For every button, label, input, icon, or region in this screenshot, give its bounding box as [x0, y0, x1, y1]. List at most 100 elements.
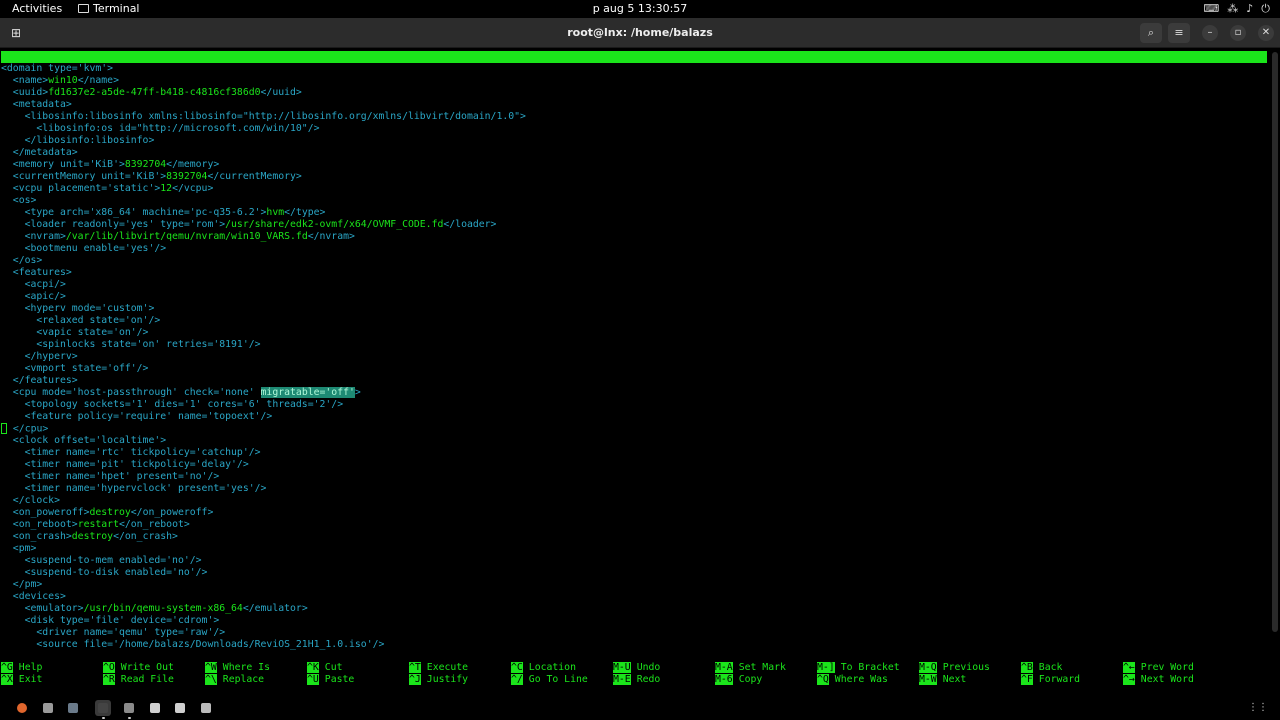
volume-icon[interactable]: ♪ — [1246, 2, 1253, 16]
editor-line[interactable]: <name>win10</name> — [1, 75, 119, 87]
terminal-icon[interactable] — [95, 700, 111, 716]
shortcut-key: M-E — [613, 674, 631, 685]
archive-icon[interactable] — [198, 700, 214, 716]
editor-line[interactable]: </os> — [1, 255, 43, 267]
editor-line[interactable]: </features> — [1, 375, 78, 387]
terminal-view[interactable]: GNU nano 6.2 /tmp/virshRTDIQ1.xml <domai… — [0, 48, 1280, 696]
editor-line[interactable]: <topology sockets='1' dies='1' cores='6'… — [1, 399, 344, 411]
maximize-button[interactable]: ▫ — [1230, 25, 1246, 41]
shortcut-write-out: ^O Write Out — [103, 662, 174, 674]
scrollbar[interactable] — [1272, 52, 1278, 632]
editor-line[interactable]: <devices> — [1, 591, 66, 603]
editor-line[interactable]: </metadata> — [1, 147, 78, 159]
editor-line[interactable]: <vcpu placement='static'>12</vcpu> — [1, 183, 214, 195]
shortcut-label: Cut — [324, 662, 343, 673]
editor-line[interactable]: <vmport state='off'/> — [1, 363, 149, 375]
editor-line[interactable]: <source file='/home/balazs/Downloads/Rev… — [1, 639, 384, 651]
app-grid-icon[interactable]: ⋮⋮ — [1248, 702, 1268, 713]
editor-line[interactable]: <spinlocks state='on' retries='8191'/> — [1, 339, 260, 351]
document-icon[interactable] — [147, 700, 163, 716]
editor-line[interactable]: <timer name='hpet' present='no'/> — [1, 471, 220, 483]
search-icon: ⌕ — [1147, 26, 1155, 39]
editor-line[interactable]: <on_crash>destroy</on_crash> — [1, 531, 178, 543]
shortcut-label: Redo — [636, 674, 661, 685]
editor-line[interactable]: <on_poweroff>destroy</on_poweroff> — [1, 507, 214, 519]
editor-line[interactable]: <loader readonly='yes' type='rom'>/usr/s… — [1, 219, 497, 231]
network-icon[interactable]: ⁂ — [1227, 2, 1238, 16]
shortcut-key: ^G — [1, 662, 13, 673]
close-button[interactable]: ✕ — [1258, 25, 1274, 41]
shortcut-set-mark: M-A Set Mark — [715, 662, 786, 674]
firefox-icon[interactable] — [14, 700, 30, 716]
editor-line[interactable]: <apic/> — [1, 291, 66, 303]
editor-line[interactable]: <memory unit='KiB'>8392704</memory> — [1, 159, 219, 171]
editor-line[interactable]: </cpu> — [1, 423, 48, 435]
minimize-button[interactable]: – — [1202, 25, 1218, 41]
editor-line[interactable]: <timer name='rtc' tickpolicy='catchup'/> — [1, 447, 261, 459]
shortcut-key: ^K — [307, 662, 319, 673]
shortcut-key: M-Q — [919, 662, 937, 673]
shortcut-key: ^\ — [205, 674, 217, 685]
files-icon[interactable] — [40, 700, 56, 716]
document-icon[interactable] — [172, 700, 188, 716]
editor-line[interactable]: <suspend-to-disk enabled='no'/> — [1, 567, 208, 579]
text-cursor — [1, 423, 7, 434]
menu-button[interactable]: ≡ — [1168, 23, 1190, 43]
editor-line[interactable]: <nvram>/var/lib/libvirt/qemu/nvram/win10… — [1, 231, 355, 243]
editor-line[interactable]: <domain type='kvm'> — [1, 63, 113, 75]
shortcut-label: Replace — [222, 674, 265, 685]
system-tray[interactable]: ⌨ ⁂ ♪ ⏻ — [1203, 2, 1270, 16]
editor-line[interactable]: </pm> — [1, 579, 43, 591]
shortcut-label: Exit — [18, 674, 43, 685]
shortcut-label: Next Word — [1140, 674, 1194, 685]
editor-line[interactable]: <type arch='x86_64' machine='pc-q35-6.2'… — [1, 207, 326, 219]
editor-line[interactable]: <on_reboot>restart</on_reboot> — [1, 519, 190, 531]
editor-line[interactable]: <acpi/> — [1, 279, 66, 291]
editor-line[interactable]: <pm> — [1, 543, 37, 555]
editor-line[interactable]: <timer name='hypervclock' present='yes'/… — [1, 483, 267, 495]
editor-line[interactable]: <disk type='file' device='cdrom'> — [1, 615, 220, 627]
power-icon[interactable]: ⏻ — [1261, 2, 1270, 16]
shortcut-key: ^X — [1, 674, 13, 685]
editor-line[interactable]: <driver name='qemu' type='raw'/> — [1, 627, 225, 639]
shortcut-key: ^J — [409, 674, 421, 685]
shortcut-replace: ^\ Replace — [205, 674, 264, 686]
editor-line[interactable]: </hyperv> — [1, 351, 78, 363]
shortcut-help: ^G Help — [1, 662, 42, 674]
keyboard-icon[interactable]: ⌨ — [1203, 2, 1219, 16]
editor-line[interactable]: <os> — [1, 195, 37, 207]
editor-line[interactable]: <vapic state='on'/> — [1, 327, 148, 339]
shortcut-key: ^/ — [511, 674, 523, 685]
editor-line[interactable]: <hyperv mode='custom'> — [1, 303, 155, 315]
nano-filename: /tmp/virshRTDIQ1.xml — [650, 75, 768, 86]
shortcut-copy: M-6 Copy — [715, 674, 762, 686]
editor-line[interactable]: <suspend-to-mem enabled='no'/> — [1, 555, 202, 567]
editor-line[interactable]: <metadata> — [1, 99, 72, 111]
editor-line[interactable]: <currentMemory unit='KiB'>8392704</curre… — [1, 171, 302, 183]
editor-line[interactable]: <uuid>fd1637e2-a5de-47ff-b418-c4816cf386… — [1, 87, 302, 99]
editor-line[interactable]: <bootmenu enable='yes'/> — [1, 243, 167, 255]
clock[interactable]: p aug 5 13:30:57 — [0, 2, 1280, 15]
editor-line[interactable]: <libosinfo:libosinfo xmlns:libosinfo="ht… — [1, 111, 526, 123]
editor-line[interactable]: <features> — [1, 267, 72, 279]
editor-line[interactable]: <clock offset='localtime'> — [1, 435, 166, 447]
shortcut-label: Paste — [324, 674, 355, 685]
editor-line[interactable]: <libosinfo:os id="http://microsoft.com/w… — [1, 123, 319, 135]
search-button[interactable]: ⌕ — [1140, 23, 1162, 43]
text-editor-icon[interactable] — [65, 700, 81, 716]
shortcut-label: Forward — [1038, 674, 1081, 685]
editor-line[interactable]: </libosinfo:libosinfo> — [1, 135, 155, 147]
shortcut-key: ^R — [103, 674, 115, 685]
editor-line[interactable]: <relaxed state='on'/> — [1, 315, 160, 327]
gnome-top-bar: Activities Terminal p aug 5 13:30:57 ⌨ ⁂… — [0, 0, 1280, 18]
shortcut-forward: ^F Forward — [1021, 674, 1080, 686]
editor-line[interactable]: <cpu mode='host-passthrough' check='none… — [1, 387, 361, 399]
editor-line[interactable]: <emulator>/usr/bin/qemu-system-x86_64</e… — [1, 603, 308, 615]
shortcut-label: Back — [1038, 662, 1063, 673]
editor-line[interactable]: <feature policy='require' name='topoext'… — [1, 411, 273, 423]
editor-line[interactable]: <timer name='pit' tickpolicy='delay'/> — [1, 459, 249, 471]
shortcut-paste: ^U Paste — [307, 674, 354, 686]
virt-manager-icon[interactable] — [121, 700, 137, 716]
editor-line[interactable]: </clock> — [1, 495, 60, 507]
shortcut-label: Undo — [636, 662, 661, 673]
